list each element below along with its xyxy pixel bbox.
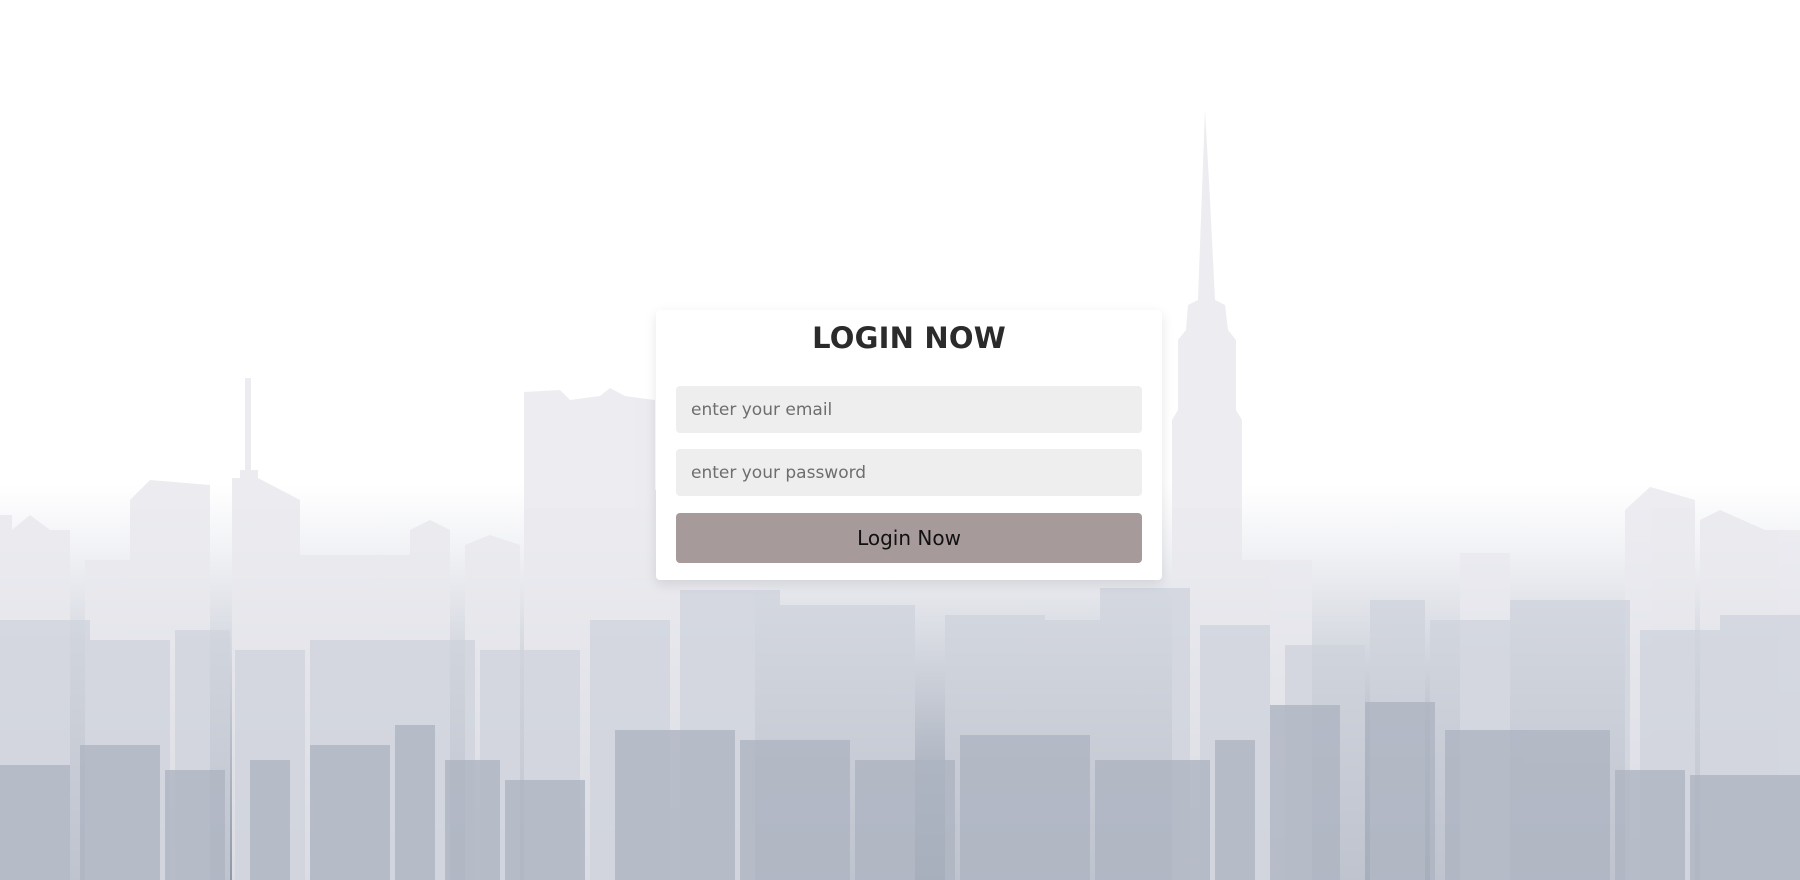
login-button[interactable]: Login Now: [676, 513, 1142, 563]
email-input[interactable]: [676, 386, 1142, 433]
password-input[interactable]: [676, 449, 1142, 496]
login-page: LOGIN NOW Login Now: [0, 0, 1800, 880]
login-form: LOGIN NOW Login Now: [656, 310, 1162, 580]
login-title: LOGIN NOW: [812, 321, 1006, 355]
